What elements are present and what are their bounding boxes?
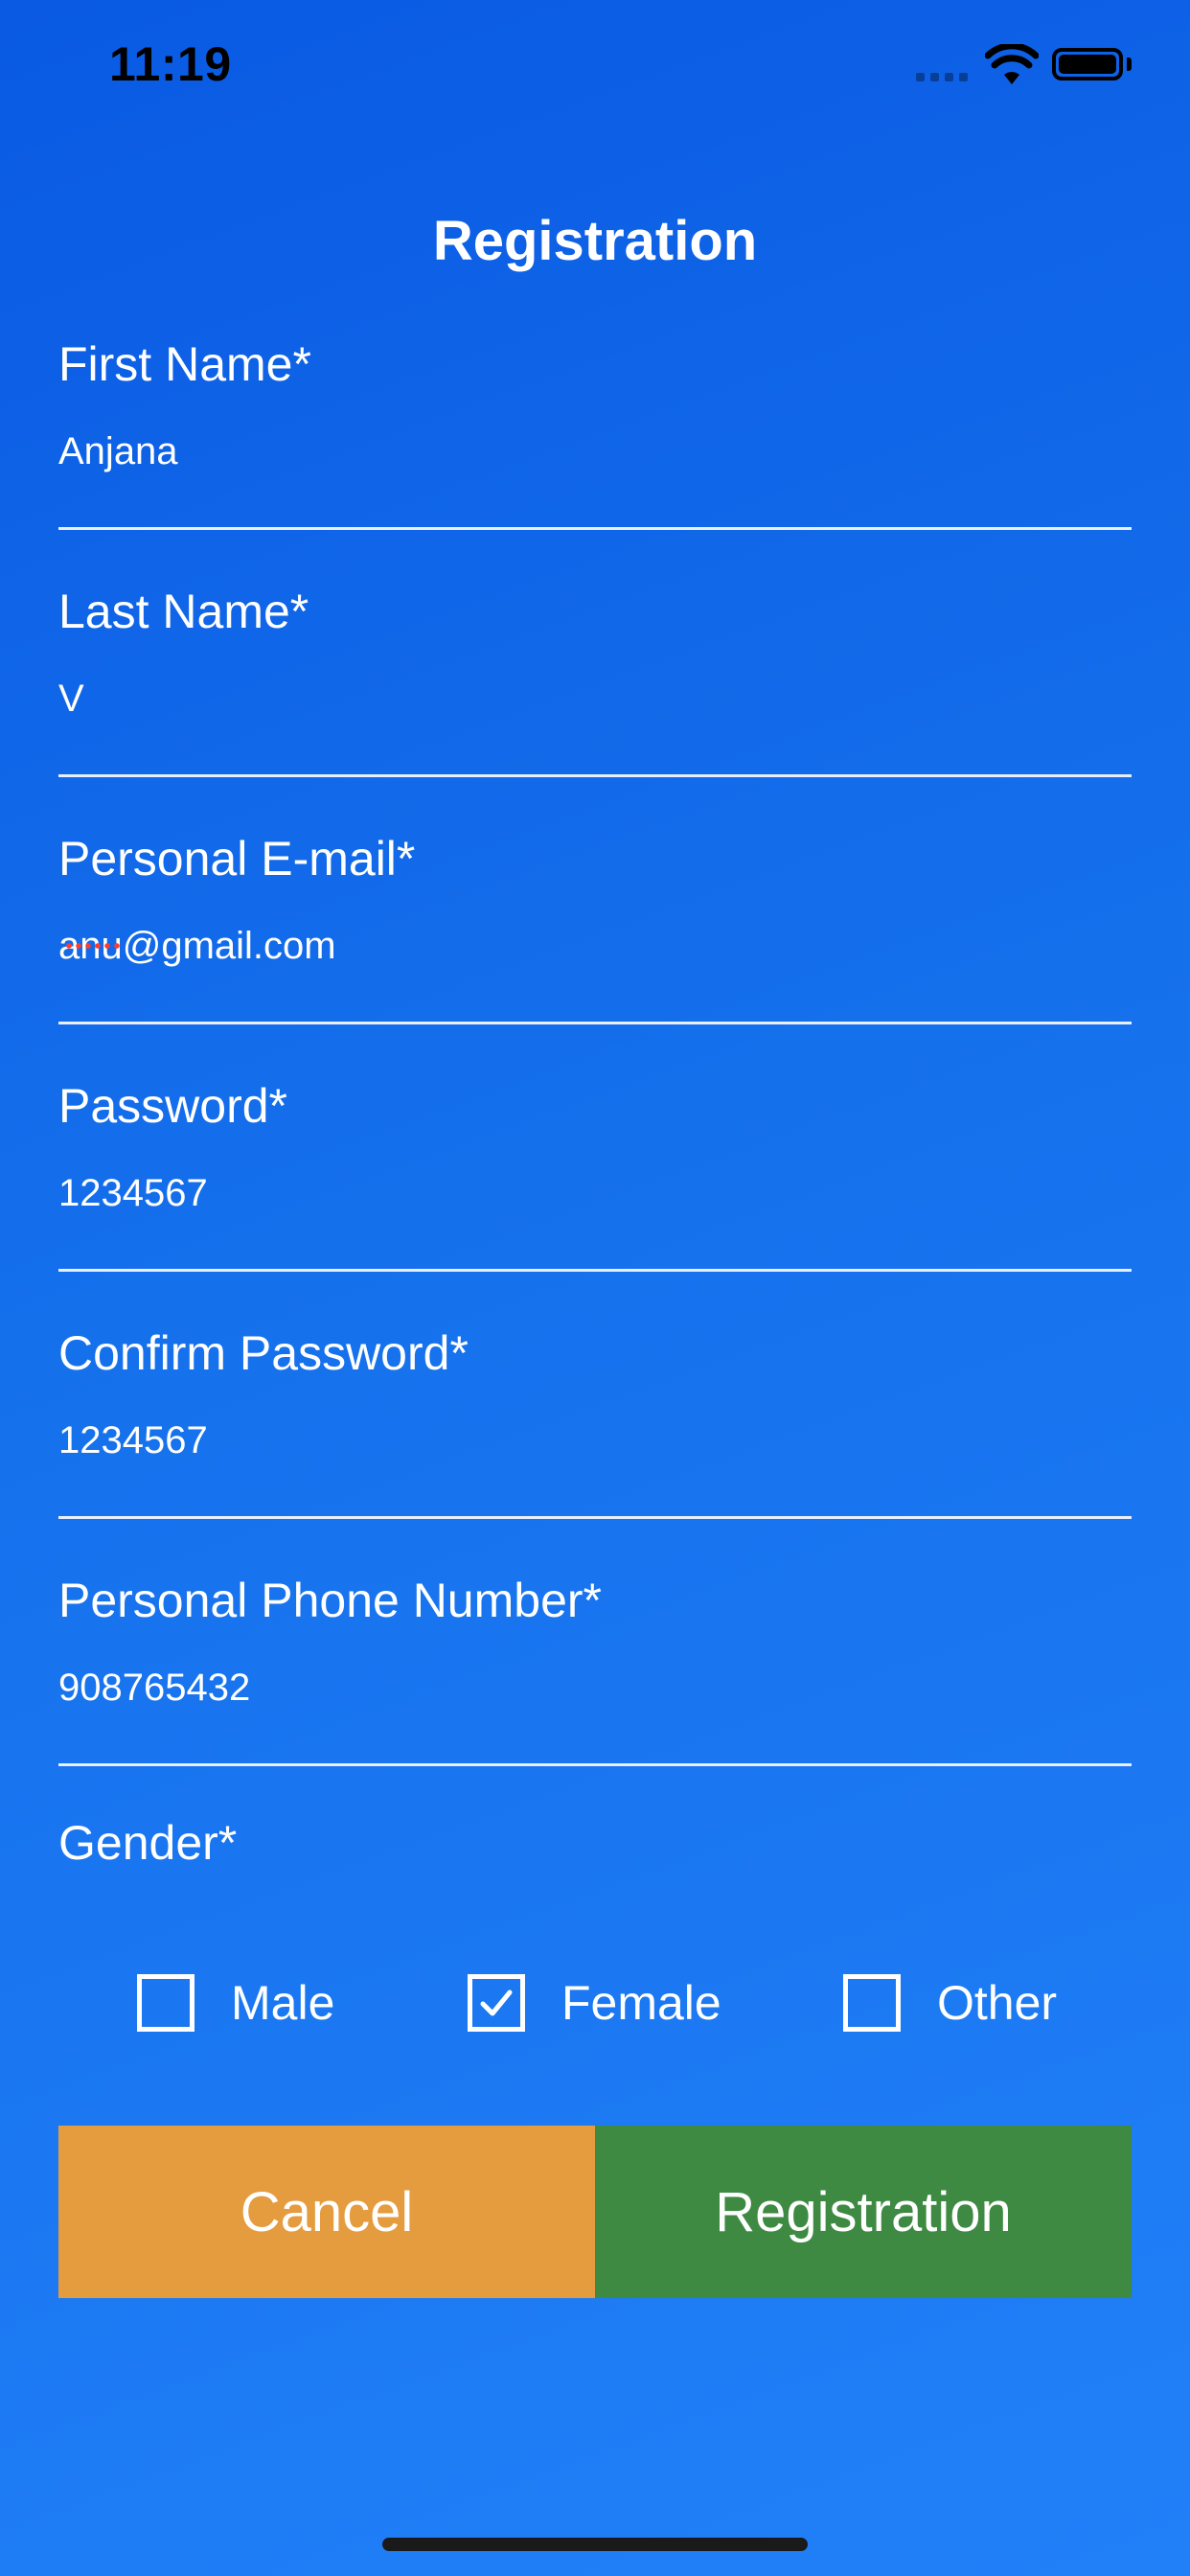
confirm-password-field[interactable]: Confirm Password* 1234567 bbox=[58, 1324, 1132, 1519]
battery-tip bbox=[1127, 58, 1132, 71]
email-field[interactable]: Personal E-mail* anu@gmail.com bbox=[58, 830, 1132, 1024]
password-underline bbox=[58, 1269, 1132, 1272]
cellular-signal-icon bbox=[916, 73, 968, 81]
spellcheck-underline bbox=[64, 943, 120, 949]
first-name-field[interactable]: First Name* Anjana bbox=[58, 335, 1132, 530]
status-time: 11:19 bbox=[109, 37, 232, 91]
password-input[interactable]: 1234567 bbox=[58, 1169, 1132, 1217]
wifi-icon bbox=[985, 44, 1039, 84]
confirm-password-input[interactable]: 1234567 bbox=[58, 1416, 1132, 1464]
phone-label: Personal Phone Number* bbox=[58, 1574, 602, 1627]
phone-input[interactable]: 908765432 bbox=[58, 1664, 1132, 1712]
other-label: Other bbox=[937, 1976, 1058, 2030]
gender-option-female[interactable]: Female bbox=[468, 1974, 721, 2032]
last-name-field[interactable]: Last Name* V bbox=[58, 583, 1132, 777]
last-name-underline bbox=[58, 774, 1132, 777]
male-checkbox[interactable] bbox=[137, 1974, 195, 2032]
confirm-password-label: Confirm Password* bbox=[58, 1326, 469, 1380]
email-label: Personal E-mail* bbox=[58, 832, 416, 886]
gender-option-other[interactable]: Other bbox=[843, 1974, 1057, 2032]
phone-underline bbox=[58, 1763, 1132, 1766]
first-name-label: First Name* bbox=[58, 337, 311, 391]
phone-field[interactable]: Personal Phone Number* 908765432 bbox=[58, 1572, 1132, 1766]
female-checkbox[interactable] bbox=[468, 1974, 525, 2032]
home-indicator[interactable] bbox=[382, 2538, 808, 2551]
cancel-button[interactable]: Cancel bbox=[58, 2126, 595, 2298]
page-title: Registration bbox=[432, 210, 758, 272]
female-label: Female bbox=[561, 1976, 721, 2030]
first-name-underline bbox=[58, 527, 1132, 530]
first-name-input[interactable]: Anjana bbox=[58, 427, 1132, 475]
confirm-password-underline bbox=[58, 1516, 1132, 1519]
password-field[interactable]: Password* 1234567 bbox=[58, 1077, 1132, 1272]
checkmark-icon bbox=[480, 1990, 513, 2016]
email-underline bbox=[58, 1022, 1132, 1024]
male-label: Male bbox=[231, 1976, 335, 2030]
other-checkbox[interactable] bbox=[843, 1974, 901, 2032]
last-name-input[interactable]: V bbox=[58, 675, 1132, 723]
email-input[interactable]: anu@gmail.com bbox=[58, 922, 1132, 970]
gender-option-male[interactable]: Male bbox=[137, 1974, 334, 2032]
gender-label: Gender* bbox=[58, 1816, 238, 1870]
registration-button[interactable]: Registration bbox=[595, 2126, 1132, 2298]
battery-icon bbox=[1052, 48, 1123, 80]
password-label: Password* bbox=[58, 1079, 287, 1133]
last-name-label: Last Name* bbox=[58, 585, 309, 638]
registration-screen: 11:19 Registration First Name* Anjana La… bbox=[0, 0, 1190, 2576]
